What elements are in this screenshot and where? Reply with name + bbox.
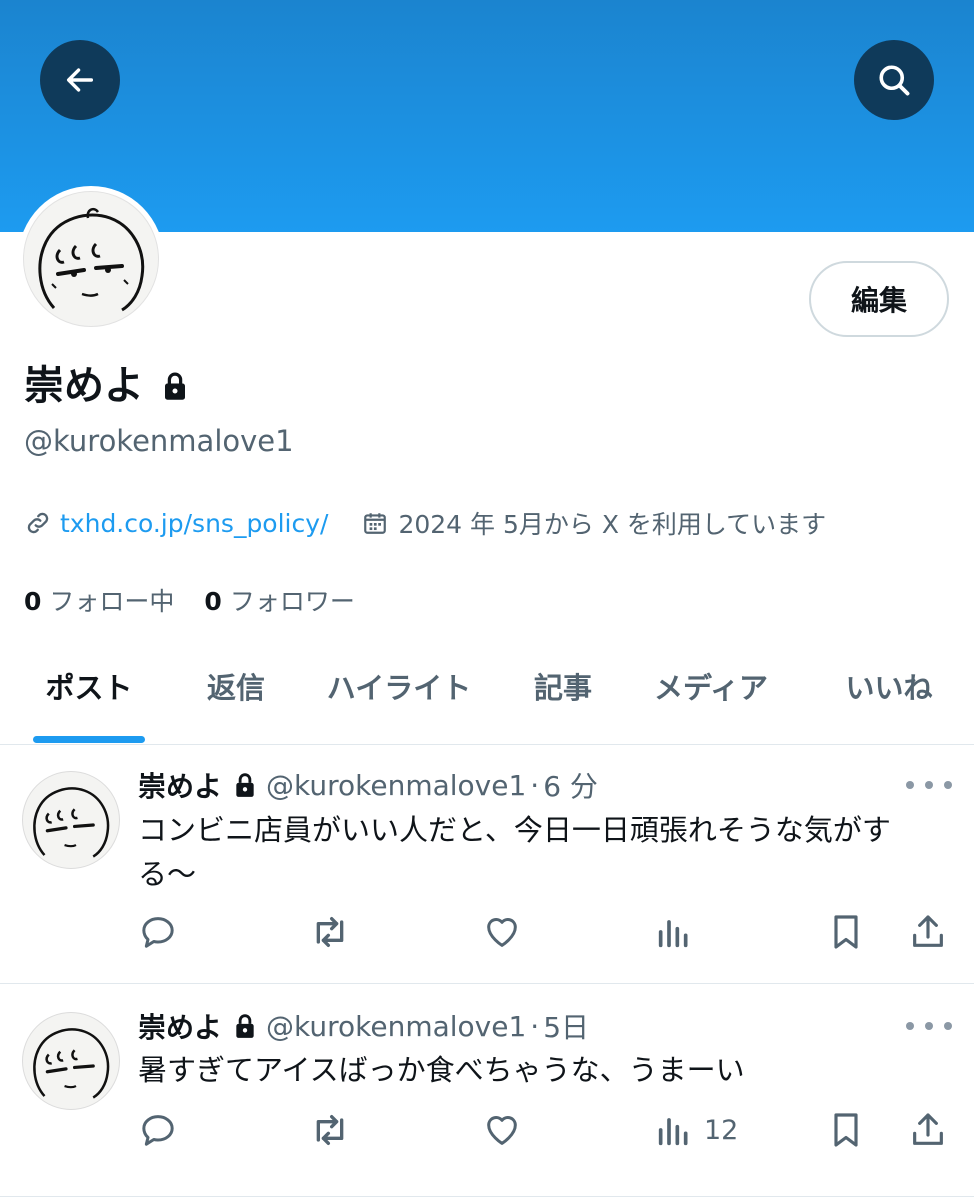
profile-handle: @kurokenmalove1 bbox=[24, 424, 294, 458]
followers-count: 0 bbox=[204, 587, 222, 616]
tab-media[interactable]: メディア bbox=[640, 650, 782, 744]
repost-button[interactable] bbox=[308, 912, 352, 952]
bookmark-icon bbox=[834, 1113, 858, 1147]
bookmark-button[interactable] bbox=[826, 1110, 866, 1150]
repost-icon bbox=[316, 917, 344, 947]
followers-label: フォロワー bbox=[229, 587, 355, 616]
post-author-name[interactable]: 崇めよ bbox=[138, 765, 222, 805]
post-item[interactable]: 崇めよ @kurokenmalove1 · 5日 暑すぎてアイスばっか食べちゃう… bbox=[0, 984, 974, 1197]
post-item[interactable]: 崇めよ @kurokenmalove1 · 6 分 コンビニ店員がいい人だと、今… bbox=[0, 745, 974, 984]
post-actions bbox=[138, 912, 948, 952]
share-button[interactable] bbox=[908, 912, 948, 952]
share-button[interactable] bbox=[908, 1110, 948, 1150]
post-actions: 12 bbox=[138, 1110, 948, 1150]
repost-button[interactable] bbox=[308, 1110, 352, 1150]
profile-banner bbox=[0, 0, 974, 232]
edit-profile-button[interactable]: 編集 bbox=[809, 261, 949, 337]
tab-articles[interactable]: 記事 bbox=[516, 650, 610, 744]
calendar-icon bbox=[364, 513, 387, 534]
link-icon bbox=[27, 512, 49, 534]
joined-date: 2024 年 5月から X を利用しています bbox=[398, 510, 827, 539]
tab-posts[interactable]: ポスト bbox=[30, 650, 148, 744]
following-count: 0 bbox=[24, 587, 42, 616]
profile-meta: txhd.co.jp/sns_policy/ 2024 年 5月から X を利用… bbox=[24, 505, 826, 541]
more-options-icon[interactable] bbox=[906, 775, 952, 795]
post-text: 暑すぎてアイスばっか食べちゃうな、うまーい bbox=[138, 1053, 745, 1087]
lock-icon bbox=[165, 372, 185, 400]
lock-icon bbox=[236, 773, 254, 797]
like-button[interactable] bbox=[482, 1110, 522, 1150]
profile-avatar[interactable] bbox=[18, 186, 164, 332]
lock-icon bbox=[236, 1014, 254, 1038]
post-separator: · bbox=[530, 768, 540, 802]
tab-highlights[interactable]: ハイライト bbox=[316, 650, 482, 744]
heart-icon bbox=[487, 918, 517, 947]
display-name-text: 崇めよ bbox=[24, 363, 144, 409]
reply-button[interactable] bbox=[138, 912, 178, 952]
back-button[interactable] bbox=[40, 40, 120, 120]
tab-replies[interactable]: 返信 bbox=[190, 650, 282, 744]
post-time[interactable]: 6 分 bbox=[543, 765, 598, 805]
profile-tabs: ポスト 返信 ハイライト 記事 メディア いいね bbox=[0, 650, 974, 745]
tab-likes[interactable]: いいね bbox=[830, 650, 948, 744]
avatar-drawing bbox=[33, 1028, 110, 1099]
avatar-drawing bbox=[33, 787, 110, 858]
post-header: 崇めよ @kurokenmalove1 · 5日 bbox=[138, 1006, 589, 1046]
search-button[interactable] bbox=[854, 40, 934, 120]
views-button[interactable]: 12 bbox=[654, 1110, 738, 1150]
reply-icon bbox=[142, 1115, 174, 1146]
post-avatar[interactable] bbox=[22, 1012, 120, 1110]
follow-stats: 0 フォロー中 0 フォロワー bbox=[24, 582, 355, 618]
views-button[interactable] bbox=[654, 912, 704, 952]
post-text: コンビニ店員がいい人だと、今日一日頑張れそうな気がする〜 bbox=[138, 813, 891, 891]
post-author-handle[interactable]: @kurokenmalove1 bbox=[266, 769, 526, 802]
profile-display-name: 崇めよ bbox=[24, 358, 188, 414]
reply-icon bbox=[142, 917, 174, 948]
share-icon bbox=[913, 1113, 943, 1145]
repost-icon bbox=[316, 1115, 344, 1145]
followers-link[interactable]: 0 フォロワー bbox=[204, 582, 354, 618]
views-count: 12 bbox=[704, 1114, 739, 1146]
post-separator: · bbox=[530, 1009, 540, 1043]
post-author-name[interactable]: 崇めよ bbox=[138, 1006, 222, 1046]
arrow-left-icon bbox=[66, 68, 94, 92]
post-avatar[interactable] bbox=[22, 771, 120, 869]
more-options-icon[interactable] bbox=[906, 1016, 952, 1036]
bookmark-button[interactable] bbox=[826, 912, 866, 952]
heart-icon bbox=[487, 1116, 517, 1145]
following-link[interactable]: 0 フォロー中 bbox=[24, 582, 174, 618]
analytics-icon bbox=[658, 920, 688, 948]
share-icon bbox=[913, 915, 943, 947]
post-header: 崇めよ @kurokenmalove1 · 6 分 bbox=[138, 765, 598, 805]
post-author-handle[interactable]: @kurokenmalove1 bbox=[266, 1010, 526, 1043]
following-label: フォロー中 bbox=[49, 587, 175, 616]
avatar-drawing bbox=[38, 207, 145, 312]
bookmark-icon bbox=[834, 915, 858, 949]
post-time[interactable]: 5日 bbox=[543, 1006, 589, 1046]
search-icon bbox=[879, 65, 910, 96]
reply-button[interactable] bbox=[138, 1110, 178, 1150]
like-button[interactable] bbox=[482, 912, 522, 952]
website-link[interactable]: txhd.co.jp/sns_policy/ bbox=[60, 509, 328, 538]
analytics-icon bbox=[658, 1118, 688, 1146]
active-tab-indicator bbox=[33, 736, 145, 743]
